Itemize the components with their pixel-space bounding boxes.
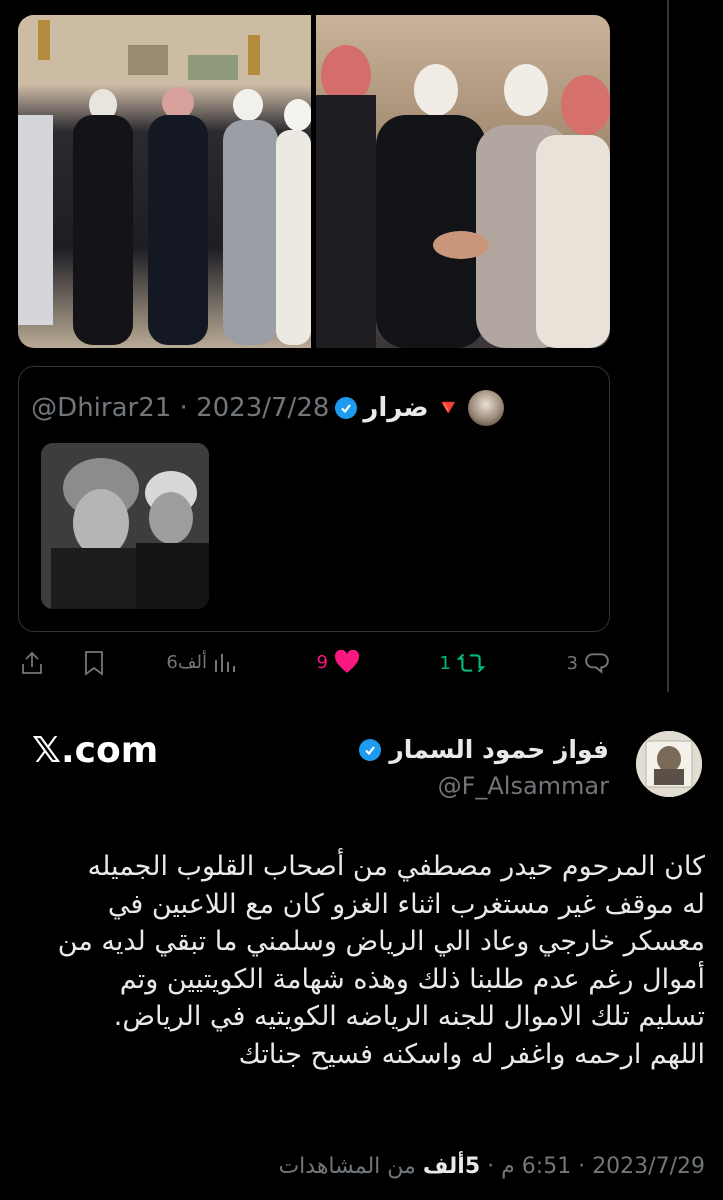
photo-right[interactable] xyxy=(316,15,610,348)
retweet-icon xyxy=(457,653,485,673)
tweet-meta: 2023/7/29 · 6:51 م · 5ألف من المشاهدات xyxy=(278,1154,705,1179)
tweet-text: كان المرحوم حيدر مصطفي من أصحاب القلوب ا… xyxy=(57,851,705,1070)
quoted-tweet-header: 🔻 ضرار @Dhirar21 · 2023/7/28 xyxy=(31,390,504,426)
x-com-watermark: 𝕏.com xyxy=(32,730,159,771)
verified-badge-icon xyxy=(335,397,358,419)
bookmark-button[interactable] xyxy=(83,650,105,676)
reply-icon xyxy=(585,653,609,674)
verified-badge-icon xyxy=(359,738,382,761)
author-handle[interactable]: @F_Alsammar xyxy=(438,772,609,800)
bookmark-icon xyxy=(85,651,103,676)
tweet-views-label: من المشاهدات xyxy=(278,1154,416,1179)
heart-icon xyxy=(334,650,360,673)
author-avatar[interactable] xyxy=(636,731,702,797)
author-name[interactable]: فواز حمود السمار xyxy=(389,735,609,764)
like-button[interactable]: 9 xyxy=(317,650,360,674)
quoted-handle-date: @Dhirar21 · 2023/7/28 xyxy=(31,393,330,423)
photo-left-figures xyxy=(18,15,311,345)
emoji-down-triangle: 🔻 xyxy=(434,395,462,421)
views-count: 6ألف xyxy=(166,651,207,673)
share-button[interactable] xyxy=(20,650,44,676)
photo-right-figures xyxy=(316,45,610,348)
share-icon xyxy=(22,651,42,674)
quoted-tweet-photo[interactable] xyxy=(41,443,209,609)
like-count: 9 xyxy=(316,651,328,673)
views-button[interactable]: 6ألف xyxy=(166,650,235,674)
photo-left[interactable] xyxy=(18,15,311,348)
tweet-date[interactable]: 2023/7/29 xyxy=(592,1154,705,1179)
quoted-tweet-card[interactable]: 🔻 ضرار @Dhirar21 · 2023/7/28 xyxy=(18,366,610,632)
thread-line xyxy=(667,0,669,692)
reply-button[interactable]: 3 xyxy=(567,650,610,676)
tweet-views-count: 5ألف xyxy=(422,1154,481,1179)
retweet-count: 1 xyxy=(439,652,451,674)
retweet-button[interactable]: 1 xyxy=(440,650,485,676)
author-avatar-image xyxy=(636,731,702,797)
views-bar-icon xyxy=(215,654,235,672)
reply-count: 3 xyxy=(566,652,578,674)
quoted-author-name[interactable]: ضرار xyxy=(363,393,428,423)
quoted-photo-figures xyxy=(41,443,209,609)
tweet-time: 6:51 م xyxy=(501,1154,572,1179)
quoted-author-avatar[interactable] xyxy=(468,390,504,426)
author-name-row: فواز حمود السمار xyxy=(359,735,609,764)
